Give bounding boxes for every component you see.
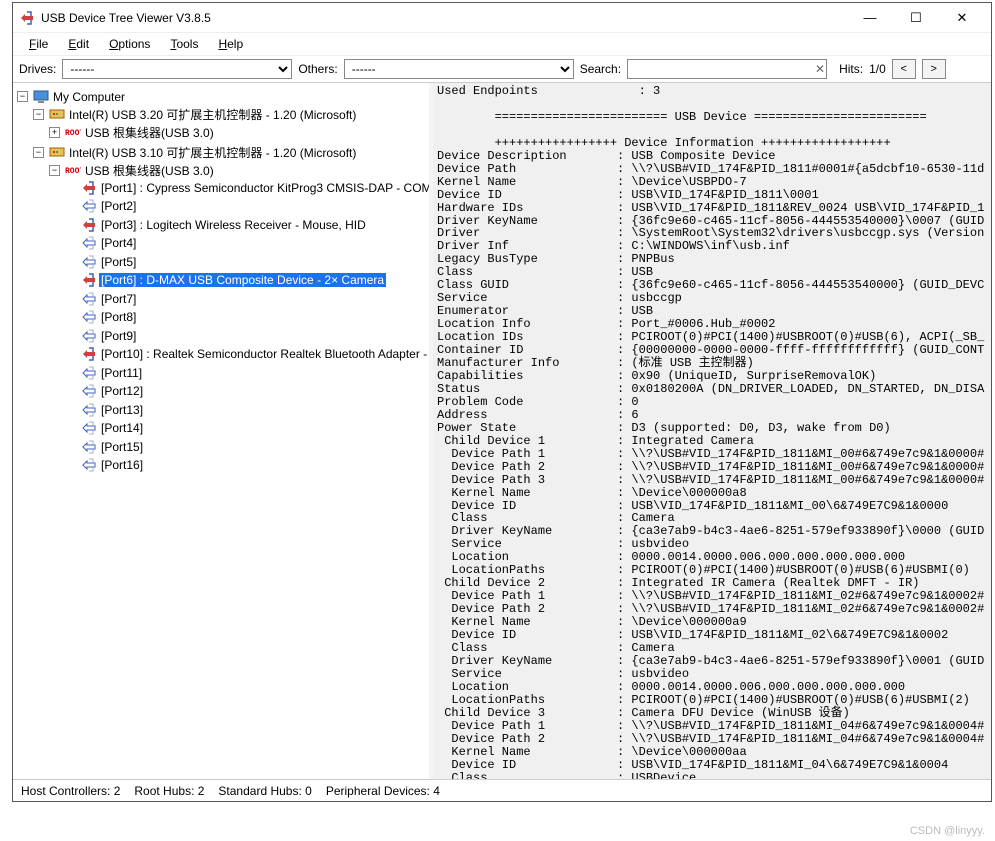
app-icon	[19, 10, 35, 26]
minimize-button[interactable]: —	[847, 3, 893, 33]
usb-port-icon	[81, 328, 97, 344]
usb-port-icon	[81, 180, 97, 196]
statusbar: Host Controllers: 2 Root Hubs: 2 Standar…	[13, 779, 991, 801]
app-window: USB Device Tree Viewer V3.8.5 — ☐ ✕ File…	[12, 2, 992, 802]
tree-port-5[interactable]: [Port5]	[65, 253, 427, 272]
tree-port-label: [Port15]	[99, 440, 145, 454]
prev-hit-button[interactable]: <	[892, 59, 916, 79]
usb-port-icon	[81, 420, 97, 436]
drives-select[interactable]: ------	[62, 59, 292, 79]
tree-port-6[interactable]: [Port6] : D-MAX USB Composite Device - 2…	[65, 271, 427, 290]
usb-port-icon	[81, 383, 97, 399]
tree-port-label: [Port7]	[99, 292, 138, 306]
usb-port-icon	[81, 291, 97, 307]
usb-port-icon	[81, 235, 97, 251]
tree-port-7[interactable]: [Port7]	[65, 290, 427, 309]
titlebar[interactable]: USB Device Tree Viewer V3.8.5 — ☐ ✕	[13, 3, 991, 33]
menu-file[interactable]: File	[21, 35, 56, 53]
tree-port-3[interactable]: [Port3] : Logitech Wireless Receiver - M…	[65, 216, 427, 235]
status-standard-hubs: Standard Hubs: 0	[218, 784, 311, 798]
tree-ctrl-2[interactable]: −Intel(R) USB 3.10 可扩展主机控制器 - 1.20 (Micr…	[33, 143, 427, 477]
menu-help[interactable]: Help	[210, 35, 251, 53]
search-input[interactable]	[627, 59, 827, 79]
tree-port-8[interactable]: [Port8]	[65, 308, 427, 327]
tree-port-label: [Port6] : D-MAX USB Composite Device - 2…	[99, 273, 386, 287]
usb-port-icon	[81, 309, 97, 325]
status-peripheral-devices: Peripheral Devices: 4	[326, 784, 440, 798]
tree-port-9[interactable]: [Port9]	[65, 327, 427, 346]
others-select[interactable]: ------	[344, 59, 574, 79]
device-tree[interactable]: −My Computer −Intel(R) USB 3.20 可扩展主机控制器…	[13, 83, 433, 779]
close-button[interactable]: ✕	[939, 3, 985, 33]
tree-ctrl1-hub[interactable]: +USB 根集线器(USB 3.0)	[49, 123, 427, 142]
menubar: File Edit Options Tools Help	[13, 33, 991, 55]
watermark: CSDN @linyyy.	[910, 825, 985, 837]
hits-value: 1/0	[869, 62, 886, 76]
tree-port-11[interactable]: [Port11]	[65, 364, 427, 383]
tree-port-14[interactable]: [Port14]	[65, 419, 427, 438]
tree-port-label: [Port8]	[99, 310, 138, 324]
status-root-hubs: Root Hubs: 2	[134, 784, 204, 798]
usb-port-icon	[81, 217, 97, 233]
hits-label: Hits:	[839, 62, 863, 76]
usb-port-icon	[81, 346, 97, 362]
status-host-controllers: Host Controllers: 2	[21, 784, 120, 798]
tree-ctrl-1[interactable]: −Intel(R) USB 3.20 可扩展主机控制器 - 1.20 (Micr…	[33, 105, 427, 143]
tree-ctrl2-hub[interactable]: −USB 根集线器(USB 3.0) [Port1] : Cypress Sem…	[49, 161, 427, 476]
tree-port-15[interactable]: [Port15]	[65, 438, 427, 457]
tree-port-16[interactable]: [Port16]	[65, 456, 427, 475]
usb-port-icon	[81, 254, 97, 270]
maximize-button[interactable]: ☐	[893, 3, 939, 33]
tree-port-label: [Port10] : Realtek Semiconductor Realtek…	[99, 347, 433, 361]
tree-port-label: [Port12]	[99, 384, 145, 398]
tree-port-label: [Port11]	[99, 366, 144, 380]
toolbar: Drives: ------ Others: ------ Search: ✕ …	[13, 55, 991, 83]
tree-port-13[interactable]: [Port13]	[65, 401, 427, 420]
next-hit-button[interactable]: >	[922, 59, 946, 79]
tree-port-label: [Port2]	[99, 199, 138, 213]
usb-port-icon	[81, 365, 97, 381]
usb-port-icon	[81, 272, 97, 288]
tree-port-1[interactable]: [Port1] : Cypress Semiconductor KitProg3…	[65, 179, 427, 198]
tree-port-label: [Port5]	[99, 255, 138, 269]
tree-port-label: [Port1] : Cypress Semiconductor KitProg3…	[99, 181, 433, 195]
usb-port-icon	[81, 402, 97, 418]
details-pane[interactable]: Used Endpoints : 3 =====================…	[433, 83, 991, 779]
usb-port-icon	[81, 457, 97, 473]
drives-label: Drives:	[19, 62, 56, 76]
menu-options[interactable]: Options	[101, 35, 158, 53]
menu-edit[interactable]: Edit	[60, 35, 97, 53]
menu-tools[interactable]: Tools	[162, 35, 206, 53]
tree-port-10[interactable]: [Port10] : Realtek Semiconductor Realtek…	[65, 345, 427, 364]
tree-port-label: [Port4]	[99, 236, 138, 250]
tree-port-label: [Port16]	[99, 458, 145, 472]
tree-port-label: [Port9]	[99, 329, 138, 343]
tree-port-label: [Port13]	[99, 403, 145, 417]
others-label: Others:	[298, 62, 337, 76]
tree-port-4[interactable]: [Port4]	[65, 234, 427, 253]
usb-port-icon	[81, 198, 97, 214]
tree-port-label: [Port3] : Logitech Wireless Receiver - M…	[99, 218, 368, 232]
tree-port-label: [Port14]	[99, 421, 145, 435]
tree-root[interactable]: −My Computer −Intel(R) USB 3.20 可扩展主机控制器…	[17, 87, 427, 478]
search-label: Search:	[580, 62, 621, 76]
tree-port-12[interactable]: [Port12]	[65, 382, 427, 401]
tree-port-2[interactable]: [Port2]	[65, 197, 427, 216]
usb-port-icon	[81, 439, 97, 455]
window-title: USB Device Tree Viewer V3.8.5	[41, 11, 847, 25]
